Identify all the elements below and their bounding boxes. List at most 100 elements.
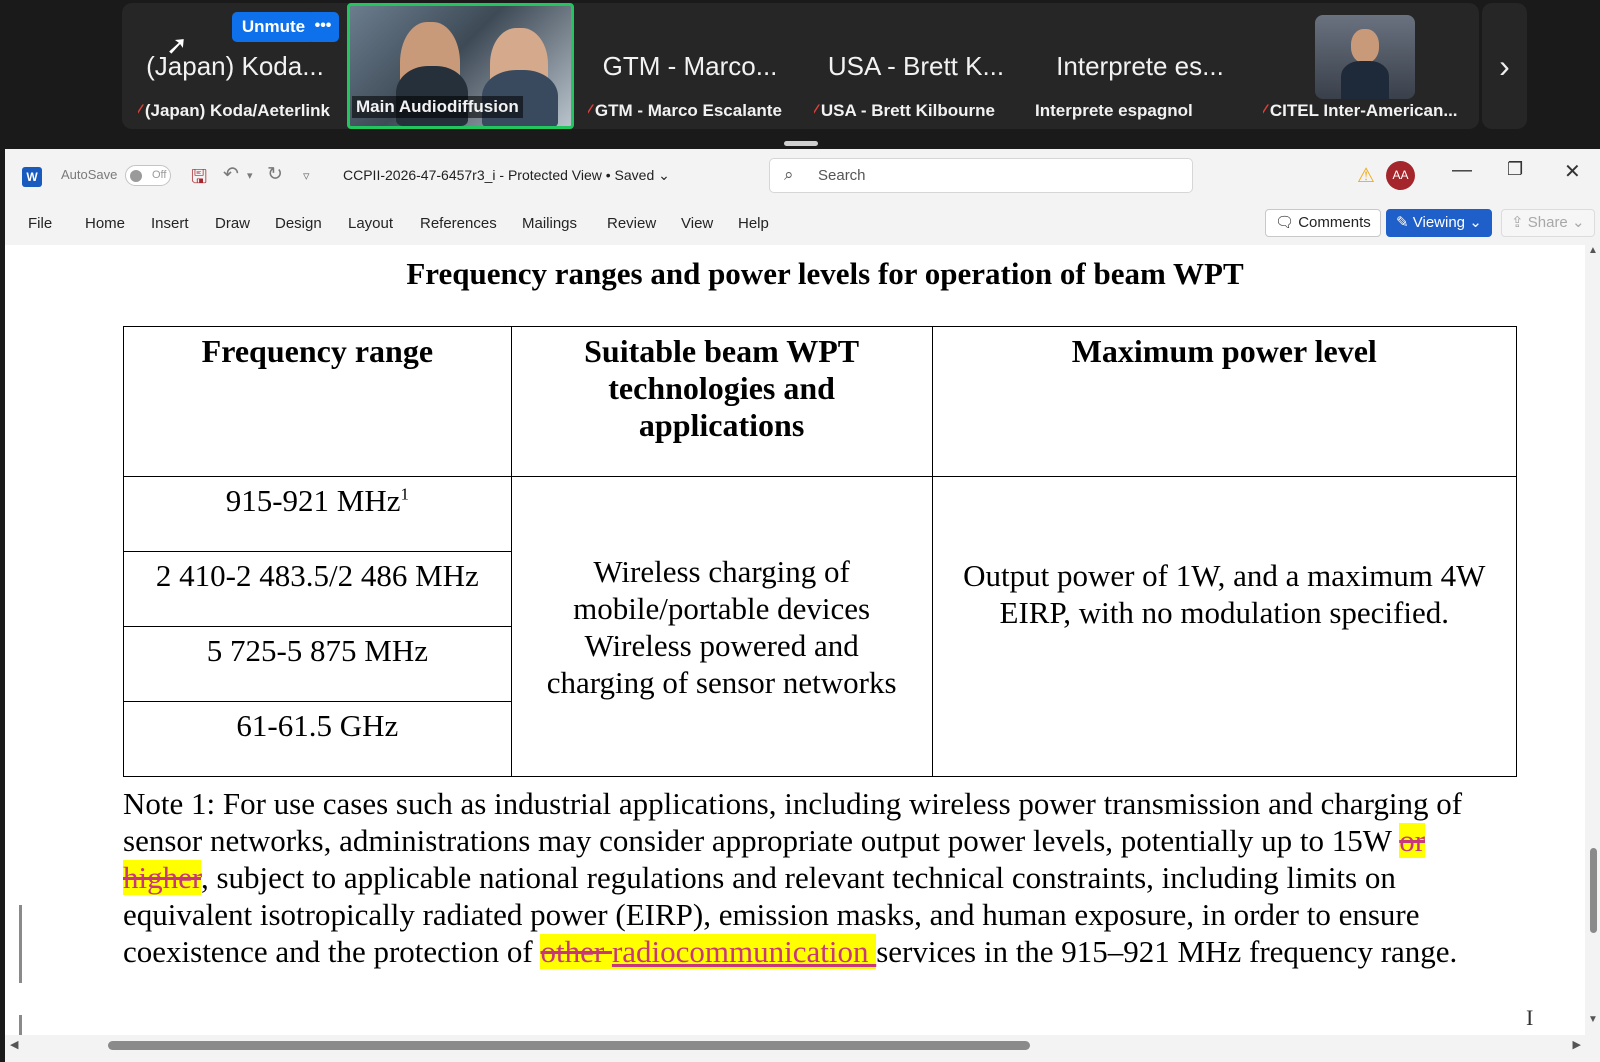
undo-dropdown-icon[interactable]: ▾ xyxy=(247,169,253,182)
share-button[interactable]: ⇪ Share ⌄ xyxy=(1501,209,1595,237)
application-item: Wireless powered and charging of sensor … xyxy=(546,627,897,700)
share-icon: ⇪ xyxy=(1511,214,1524,231)
scroll-thumb[interactable] xyxy=(108,1041,1030,1050)
tab-mailings[interactable]: Mailings xyxy=(522,215,577,232)
participant-caption: Interprete espagnol xyxy=(1035,101,1193,120)
word-window: W AutoSave Off 🖫 ↶ ▾ ↻ ▿ CCPII-2026-47-6… xyxy=(5,149,1600,1062)
frequency-cell: 61-61.5 GHz xyxy=(123,701,512,777)
scroll-thumb[interactable] xyxy=(1590,848,1597,933)
change-bar xyxy=(19,905,22,983)
search-placeholder: Search xyxy=(818,167,866,184)
tab-view[interactable]: View xyxy=(681,215,713,232)
text-cursor-icon: I xyxy=(1526,1005,1534,1030)
comment-icon: 🗨 xyxy=(1275,214,1295,231)
ribbon-tabs: File Home Insert Draw Design Layout Refe… xyxy=(5,205,1600,245)
minimize-icon[interactable]: — xyxy=(1452,159,1472,182)
participant-tile-interpreter[interactable]: Interprete es... Interprete espagnol xyxy=(1035,3,1245,129)
autosave-toggle[interactable]: Off xyxy=(125,165,171,186)
title-bar: W AutoSave Off 🖫 ↶ ▾ ↻ ▿ CCPII-2026-47-6… xyxy=(5,149,1600,205)
max-power-cell: Output power of 1W, and a maximum 4W EIR… xyxy=(931,476,1518,777)
participant-tile-citel[interactable]: ⁄ CITEL Inter-American... xyxy=(1255,3,1475,129)
participant-caption: ⁄ CITEL Inter-American... xyxy=(1263,101,1458,120)
table-note: Note 1: For use cases such as industrial… xyxy=(123,786,1463,969)
word-logo-icon: W xyxy=(22,167,42,187)
application-item: Wireless charging of mobile/portable dev… xyxy=(573,553,871,626)
toggle-knob xyxy=(130,170,142,182)
chevron-down-icon: ⌄ xyxy=(1571,214,1585,231)
tab-insert[interactable]: Insert xyxy=(151,215,189,232)
participant-tile-usa[interactable]: USA - Brett K... ⁄ USA - Brett Kilbourne xyxy=(806,3,1026,129)
autosave-state: Off xyxy=(152,169,167,181)
tab-draw[interactable]: Draw xyxy=(215,215,250,232)
more-options-button[interactable]: ••• xyxy=(307,12,339,42)
participant-name: GTM - Marco... xyxy=(602,51,778,81)
mic-muted-icon: ⁄ xyxy=(1263,101,1266,120)
comments-button[interactable]: 🗨 Comments xyxy=(1265,209,1381,237)
applications-cell: Wireless charging of mobile/portable dev… xyxy=(510,476,933,777)
zoom-participant-strip: (Japan) Koda... ⁄ (Japan) Koda/Aeterlink … xyxy=(0,0,1600,150)
frequency-cell: 915-921 MHz1 xyxy=(123,476,512,552)
participant-video-person xyxy=(1341,61,1389,99)
deleted-text: other xyxy=(540,934,612,969)
participant-tile-gtm[interactable]: GTM - Marco... ⁄ GTM - Marco Escalante xyxy=(580,3,800,129)
restore-icon[interactable]: ❐ xyxy=(1507,159,1523,180)
avatar[interactable]: AA xyxy=(1386,161,1415,190)
tab-file[interactable]: File xyxy=(28,215,52,232)
participant-name: Interprete es... xyxy=(1056,51,1224,81)
close-icon[interactable]: ✕ xyxy=(1564,159,1581,184)
participant-caption: Main Audiodiffusion xyxy=(352,96,523,118)
participant-name: (Japan) Koda... xyxy=(146,51,324,81)
tab-home[interactable]: Home xyxy=(85,215,125,232)
document-heading: Frequency ranges and power levels for op… xyxy=(406,256,1244,291)
unmute-button[interactable]: Unmute xyxy=(232,12,315,42)
participant-name: USA - Brett K... xyxy=(827,51,1005,81)
header-max-power: Maximum power level xyxy=(931,326,1518,477)
tab-help[interactable]: Help xyxy=(738,215,769,232)
mouse-pointer-icon: ➚ xyxy=(166,30,188,60)
frequency-cell: 5 725-5 875 MHz xyxy=(123,626,512,702)
horizontal-scrollbar[interactable]: ◀ ▶ xyxy=(5,1035,1585,1055)
document-canvas[interactable]: Frequency ranges and power levels for op… xyxy=(5,245,1585,1035)
participant-tile-main-audiodiffusion[interactable]: Main Audiodiffusion xyxy=(347,3,574,129)
viewing-mode-button[interactable]: ✎ Viewing ⌄ xyxy=(1386,209,1492,237)
tab-references[interactable]: References xyxy=(420,215,497,232)
participant-caption: ⁄ USA - Brett Kilbourne xyxy=(814,101,995,120)
mic-muted-icon: ⁄ xyxy=(814,101,817,120)
participant-caption: ⁄ GTM - Marco Escalante xyxy=(588,101,782,120)
table-header-row: Frequency range Suitable beam WPT techno… xyxy=(123,326,1518,477)
redo-icon[interactable]: ↻ xyxy=(267,163,283,186)
tab-design[interactable]: Design xyxy=(275,215,322,232)
participant-video-thumbnail xyxy=(1315,15,1415,99)
change-bar xyxy=(19,1015,22,1035)
strip-drag-handle[interactable] xyxy=(784,141,818,146)
chevron-down-icon: ⌄ xyxy=(1469,214,1482,231)
participant-caption: ⁄ (Japan) Koda/Aeterlink xyxy=(138,101,330,120)
search-icon: ⌕ xyxy=(784,165,794,184)
next-page-arrow-icon[interactable]: › xyxy=(1482,3,1527,129)
warning-icon[interactable]: ⚠ xyxy=(1357,163,1375,188)
scroll-up-icon[interactable]: ▲ xyxy=(1588,245,1598,256)
save-icon[interactable]: 🖫 xyxy=(191,163,207,195)
frequency-cell: 2 410-2 483.5/2 486 MHz xyxy=(123,551,512,627)
document-title[interactable]: CCPII-2026-47-6457r3_i - Protected View … xyxy=(343,167,670,184)
autosave-label: AutoSave xyxy=(61,167,118,182)
participant-video-person xyxy=(1351,29,1379,63)
tab-review[interactable]: Review xyxy=(607,215,656,232)
header-technologies: Suitable beam WPT technologies and appli… xyxy=(510,326,933,477)
table-row: 915-921 MHz1 Wireless charging of mobile… xyxy=(123,476,1518,777)
mic-muted-icon: ⁄ xyxy=(138,101,141,120)
scroll-right-icon[interactable]: ▶ xyxy=(1573,1038,1581,1051)
search-box[interactable]: ⌕ Search xyxy=(769,158,1193,193)
vertical-scrollbar[interactable]: ▲ ▼ xyxy=(1585,245,1600,1035)
scroll-left-icon[interactable]: ◀ xyxy=(10,1038,18,1051)
customize-toolbar-icon[interactable]: ▿ xyxy=(303,168,310,184)
scroll-down-icon[interactable]: ▼ xyxy=(1588,1014,1598,1025)
chevron-down-icon: ⌄ xyxy=(658,167,670,183)
tab-layout[interactable]: Layout xyxy=(348,215,393,232)
pen-icon: ✎ xyxy=(1396,214,1409,231)
header-frequency-range: Frequency range xyxy=(123,326,512,477)
mic-muted-icon: ⁄ xyxy=(588,101,591,120)
inserted-text: radiocommunication xyxy=(611,934,877,969)
undo-icon[interactable]: ↶ xyxy=(223,163,239,186)
frequency-table: Frequency range Suitable beam WPT techno… xyxy=(123,326,1518,777)
